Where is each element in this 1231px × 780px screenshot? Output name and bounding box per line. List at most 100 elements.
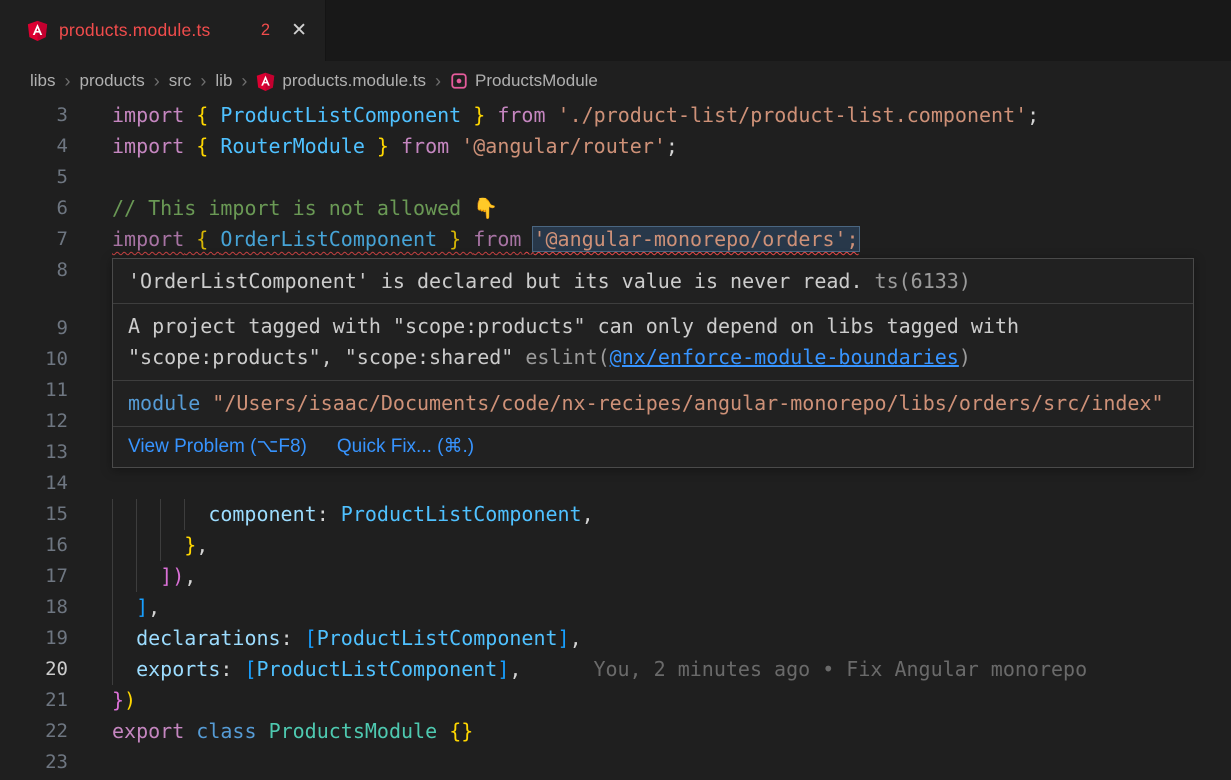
code-line-19[interactable]: 19declarations: [ProductListComponent],: [0, 623, 1231, 654]
line-number: 4: [0, 131, 68, 162]
code-token: ,: [148, 595, 160, 619]
breadcrumb-separator: ›: [200, 71, 206, 92]
code-token: ProductListComponent: [220, 103, 461, 127]
breadcrumb-separator: ›: [65, 71, 71, 92]
ts-error-code: ts(6133): [863, 269, 971, 293]
code-token: }: [365, 134, 401, 158]
code-content: component: ProductListComponent,: [112, 499, 594, 530]
code-token: 👇: [473, 196, 498, 220]
code-token: from: [497, 103, 545, 127]
code-token: :: [220, 657, 244, 681]
breadcrumb-label: lib: [215, 71, 232, 91]
code-token: }: [112, 688, 124, 712]
breadcrumb-label: ProductsModule: [475, 71, 598, 91]
line-number: 16: [0, 530, 68, 561]
code-token: [: [244, 657, 256, 681]
code-token: './product-list/product-list.component': [558, 103, 1028, 127]
indent-guide: [112, 530, 136, 561]
code-token: ,: [582, 502, 594, 526]
line-number: 5: [0, 162, 68, 193]
code-token: {}: [449, 719, 473, 743]
code-line-20[interactable]: 20 exports: [ProductListComponent],You, 2…: [0, 654, 1231, 685]
line-number: 22: [0, 716, 68, 747]
code-token: }: [437, 227, 473, 251]
eslint-rule-link[interactable]: @nx/enforce-module-boundaries: [610, 345, 959, 369]
line-number: 23: [0, 747, 68, 778]
module-info: module "/Users/isaac/Documents/code/nx-r…: [113, 380, 1193, 426]
tab-products-module[interactable]: products.module.ts 2 ✕: [0, 0, 326, 61]
code-line-3[interactable]: 3import { ProductListComponent } from '.…: [0, 100, 1231, 131]
module-keyword: module: [128, 391, 200, 415]
code-token: component: [208, 502, 316, 526]
git-blame-annotation: You, 2 minutes ago • Fix Angular monorep…: [593, 657, 1087, 681]
breadcrumb-item-lib[interactable]: lib: [215, 71, 232, 91]
code-token: ;: [1027, 103, 1039, 127]
code-token: ]): [160, 564, 184, 588]
line-number: 9: [0, 313, 68, 344]
module-icon: [450, 72, 468, 90]
breadcrumb-item-libs[interactable]: libs: [30, 71, 56, 91]
indent-guide: [136, 561, 160, 592]
code-token: ProductListComponent: [317, 626, 558, 650]
code-line-6[interactable]: 6 // This import is not allowed 👇: [0, 193, 1231, 224]
indent-guide: [136, 530, 160, 561]
diagnostics-hover-popup: 'OrderListComponent' is declared but its…: [112, 258, 1194, 468]
code-line-17[interactable]: 17]),: [0, 561, 1231, 592]
code-content: ],: [112, 592, 160, 623]
line-number: 6: [0, 193, 68, 224]
code-content: },: [112, 530, 208, 561]
close-icon[interactable]: ✕: [291, 21, 307, 40]
indent-guide: [160, 530, 184, 561]
code-token: from: [401, 134, 449, 158]
code-token: ;: [666, 134, 678, 158]
line-number: 17: [0, 561, 68, 592]
code-content: declarations: [ProductListComponent],: [112, 623, 582, 654]
module-path: "/Users/isaac/Documents/code/nx-recipes/…: [200, 391, 1163, 415]
view-problem-button[interactable]: View Problem (⌥F8): [128, 434, 307, 460]
code-token: :: [317, 502, 341, 526]
breadcrumb-item-src[interactable]: src: [169, 71, 192, 91]
code-token: ProductListComponent: [257, 657, 498, 681]
code-token: {: [184, 227, 220, 251]
code-token: [: [305, 626, 317, 650]
code-line-18[interactable]: 18],: [0, 592, 1231, 623]
code-token: '@angular-monorepo/orders';: [533, 227, 858, 251]
code-line-7[interactable]: 7import { OrderListComponent } from '@an…: [0, 224, 1231, 255]
breadcrumb-label: libs: [30, 71, 56, 91]
code-line-23[interactable]: 23: [0, 747, 1231, 778]
code-line-22[interactable]: 22export class ProductsModule {}: [0, 716, 1231, 747]
ts-diagnostic-message: 'OrderListComponent' is declared but its…: [113, 259, 1193, 303]
breadcrumb-item-products[interactable]: products: [80, 71, 145, 91]
breadcrumb-label: products: [80, 71, 145, 91]
code-line-15[interactable]: 15component: ProductListComponent,: [0, 499, 1231, 530]
code-line-14[interactable]: 14: [0, 468, 1231, 499]
code-line-5[interactable]: 5: [0, 162, 1231, 193]
breadcrumb: libs›products›src›lib›products.module.ts…: [0, 62, 1231, 100]
breadcrumb-item-productsmodule[interactable]: ProductsModule: [450, 71, 598, 91]
code-content: exports: [ProductListComponent],You, 2 m…: [112, 654, 1087, 685]
code-line-16[interactable]: 16},: [0, 530, 1231, 561]
code-token: ]: [497, 657, 509, 681]
code-line-4[interactable]: 4 import { RouterModule } from '@angular/…: [0, 131, 1231, 162]
line-number: 13: [0, 437, 68, 468]
code-token: import: [112, 134, 184, 158]
breadcrumb-item-products-module-ts[interactable]: products.module.ts: [256, 71, 426, 91]
line-number: 21: [0, 685, 68, 716]
code-token: [257, 719, 269, 743]
code-token: exports: [136, 657, 220, 681]
code-token: ]: [136, 595, 148, 619]
code-token: :: [281, 626, 305, 650]
line-number: 20: [0, 654, 68, 685]
code-token: }: [184, 533, 196, 557]
code-token: ,: [184, 564, 196, 588]
quick-fix-button[interactable]: Quick Fix... (⌘.): [337, 434, 474, 460]
indent-guide: [112, 654, 136, 685]
code-token: export: [112, 719, 184, 743]
code-content: // This import is not allowed 👇: [112, 193, 498, 224]
code-content: import { RouterModule } from '@angular/r…: [112, 131, 678, 162]
code-line-21[interactable]: 21}): [0, 685, 1231, 716]
eslint-diagnostic-message: A project tagged with "scope:products" c…: [113, 303, 1193, 380]
problems-count-badge: 2: [261, 21, 270, 40]
code-token: {: [184, 134, 220, 158]
indent-guide: [112, 561, 136, 592]
